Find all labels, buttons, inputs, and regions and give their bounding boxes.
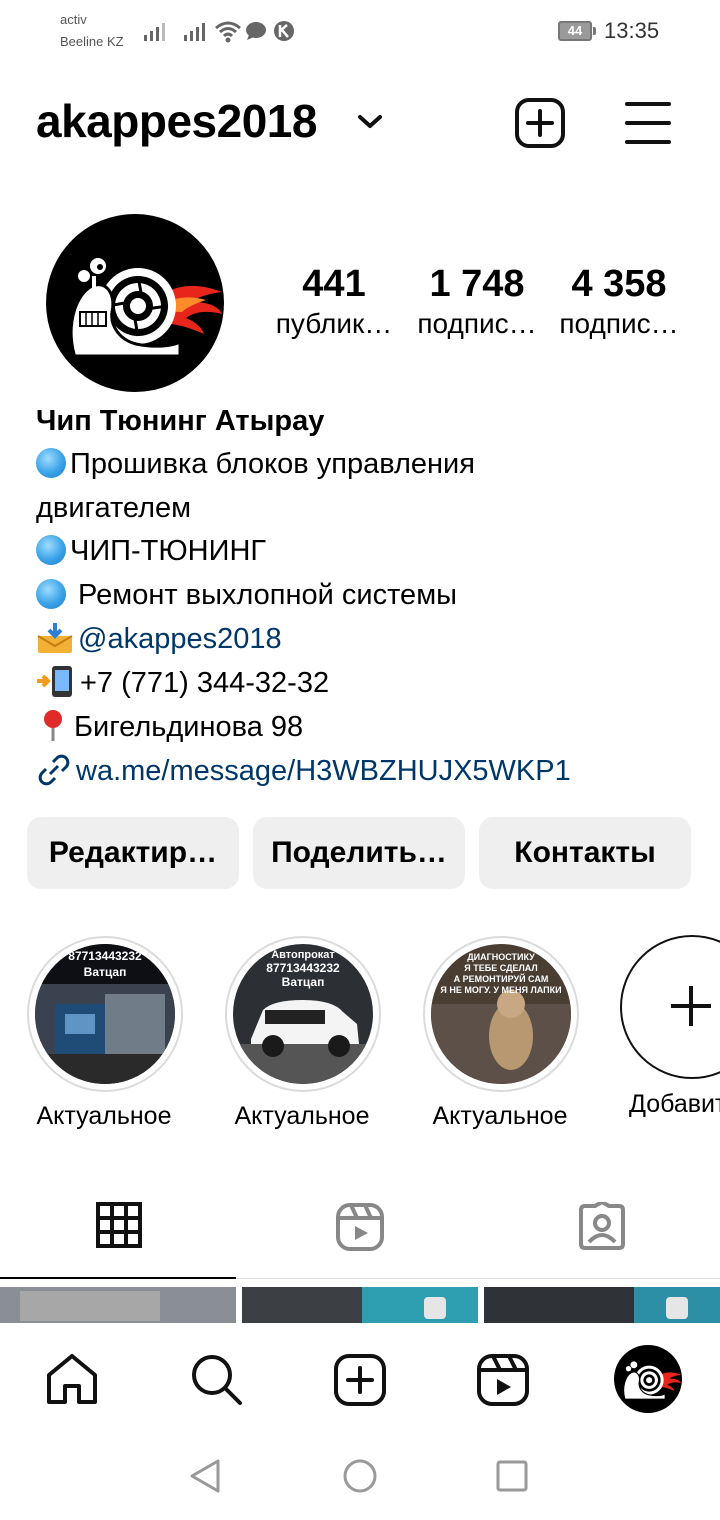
contacts-button[interactable]: Контакты — [479, 817, 691, 889]
bio-link-line: wa.me/message/H3WBZHUJX5WKP1 — [36, 749, 571, 793]
grid-icon[interactable] — [96, 1202, 142, 1248]
chat-icon — [246, 22, 266, 40]
reels-nav-icon[interactable] — [476, 1353, 530, 1407]
bio-line-3-text: ЧИП-ТЮНИНГ — [70, 535, 267, 567]
battery-tip — [593, 27, 596, 35]
app-icon — [274, 21, 294, 41]
back-icon[interactable] — [188, 1458, 222, 1494]
new-post-icon[interactable] — [333, 1353, 387, 1407]
round-pushpin-icon — [44, 710, 62, 741]
highlight-3[interactable]: ДИАГНОСТИКУ Я ТЕБЕ СДЕЛАЛ А РЕМОНТИРУЙ С… — [396, 934, 606, 1134]
new-highlight-label: Добавить — [629, 1090, 720, 1118]
status-bar: activ Beeline KZ 44 13:35 — [0, 0, 720, 62]
stat-following-label: подпис… — [559, 308, 679, 339]
system-navigation-bar — [0, 1433, 720, 1520]
inbox-tray-icon — [37, 623, 73, 653]
blue-circle-emoji — [36, 535, 66, 565]
home-circle-icon[interactable] — [342, 1458, 378, 1494]
link-icon — [38, 754, 70, 786]
highlight-label: Актуальное — [234, 1102, 370, 1130]
stat-posts-value: 441 — [302, 263, 366, 305]
plus-square-icon[interactable] — [514, 97, 566, 149]
highlight-ring: 87713443232 Ватцап — [27, 936, 183, 1092]
highlight-cover: Автопрокат 87713443232 Ватцап — [233, 944, 373, 1084]
blue-circle-emoji — [36, 579, 66, 609]
mention-link[interactable]: @akappes2018 — [78, 623, 282, 655]
stat-followers-value: 1 748 — [429, 263, 525, 305]
signal-icon-2 — [184, 23, 205, 41]
bio-line-3: ЧИП-ТЮНИНГ — [36, 529, 266, 573]
highlight-3-caption-1: ДИАГНОСТИКУ — [467, 952, 535, 962]
highlight-3-caption-3: А РЕМОНТИРУЙ САМ — [454, 973, 549, 984]
stat-posts-label: публик… — [275, 308, 393, 339]
post-thumbnail[interactable] — [0, 1287, 236, 1323]
highlight-1-caption-2: Ватцап — [84, 965, 127, 979]
address: Бигельдинова 98 — [74, 711, 304, 743]
bio-mention-line: @akappes2018 — [36, 617, 282, 661]
search-icon[interactable] — [190, 1353, 244, 1407]
phone-number[interactable]: +7 (771) 344-32-32 — [80, 667, 329, 699]
bio-line-4-text: Ремонт выхлопной системы — [70, 579, 457, 611]
recents-icon[interactable] — [496, 1460, 528, 1492]
bio-line-2: двигателем — [36, 492, 192, 524]
stat-followers[interactable]: 1 748 подпис… — [410, 262, 544, 342]
stat-following-value: 4 358 — [571, 263, 667, 305]
blue-circle-emoji — [36, 448, 66, 478]
bio-line-1: Прошивка блоков управления — [36, 442, 475, 486]
hamburger-menu-icon[interactable] — [624, 100, 672, 146]
highlight-ring: Автопрокат 87713443232 Ватцап — [225, 936, 381, 1092]
carrier-name-1: activ — [60, 12, 87, 27]
snail-turbo-logo-small — [623, 1361, 682, 1400]
profile-header: akappes2018 — [0, 88, 720, 160]
highlight-2-caption-2: 87713443232 — [266, 961, 340, 975]
highlight-label: Актуальное — [432, 1102, 568, 1130]
snail-turbo-logo — [69, 256, 222, 358]
clock: 13:35 — [604, 18, 660, 43]
bio-address-line: Бигельдинова 98 — [36, 705, 303, 749]
highlight-2-caption-3: Ватцап — [282, 975, 325, 989]
profile-name: Чип Тюнинг Атырау — [36, 405, 325, 437]
profile-avatar-nav[interactable] — [614, 1345, 682, 1413]
bottom-navigation — [0, 1323, 720, 1433]
wifi-icon — [215, 21, 241, 43]
username: akappes2018 — [36, 95, 317, 147]
bio-line-1-text: Прошивка блоков управления — [70, 448, 475, 480]
highlight-label: Актуальное — [36, 1102, 172, 1130]
avatar[interactable] — [46, 214, 224, 392]
home-icon[interactable] — [45, 1353, 99, 1405]
battery-icon: 44 — [558, 21, 592, 41]
share-profile-button[interactable]: Поделить… — [253, 817, 465, 889]
tagged-icon[interactable] — [577, 1202, 627, 1252]
chevron-down-icon[interactable] — [356, 113, 384, 131]
signal-icon — [144, 23, 165, 41]
carrier-name-2: Beeline KZ — [60, 34, 124, 49]
highlight-new[interactable]: Добавить — [594, 934, 720, 1134]
plus-icon — [671, 986, 711, 1026]
stat-posts[interactable]: 441 публик… — [268, 262, 400, 342]
post-thumbnail[interactable] — [484, 1287, 720, 1323]
stat-followers-label: подпис… — [417, 308, 537, 339]
post-thumbnail[interactable] — [242, 1287, 478, 1323]
bio-phone-line: +7 (771) 344-32-32 — [36, 661, 329, 705]
reels-icon[interactable] — [335, 1202, 385, 1252]
highlight-2-caption-1: Автопрокат — [271, 949, 335, 961]
bio-line-4: Ремонт выхлопной системы — [36, 573, 457, 617]
highlight-1[interactable]: 87713443232 Ватцап Актуальное — [0, 934, 210, 1134]
highlight-1-caption-1: 87713443232 — [68, 949, 142, 963]
external-link[interactable]: wa.me/message/H3WBZHUJX5WKP1 — [76, 755, 571, 787]
profile-tabs — [0, 1190, 720, 1278]
edit-profile-button[interactable]: Редактир… — [27, 817, 239, 889]
account-switcher[interactable]: akappes2018 — [36, 94, 317, 148]
highlight-3-caption-4: Я НЕ МОГУ. У МЕНЯ ЛАПКИ — [440, 985, 561, 995]
active-tab-indicator — [0, 1277, 236, 1279]
highlight-2[interactable]: Автопрокат 87713443232 Ватцап Актуальное — [198, 934, 408, 1134]
mobile-arrow-icon — [37, 666, 72, 697]
highlight-3-caption-2: Я ТЕБЕ СДЕЛАЛ — [464, 963, 537, 973]
highlight-cover: 87713443232 Ватцап — [35, 944, 175, 1084]
stat-following[interactable]: 4 358 подпис… — [552, 262, 686, 342]
highlight-cover: ДИАГНОСТИКУ Я ТЕБЕ СДЕЛАЛ А РЕМОНТИРУЙ С… — [431, 944, 571, 1084]
highlight-ring: ДИАГНОСТИКУ Я ТЕБЕ СДЕЛАЛ А РЕМОНТИРУЙ С… — [423, 936, 579, 1092]
